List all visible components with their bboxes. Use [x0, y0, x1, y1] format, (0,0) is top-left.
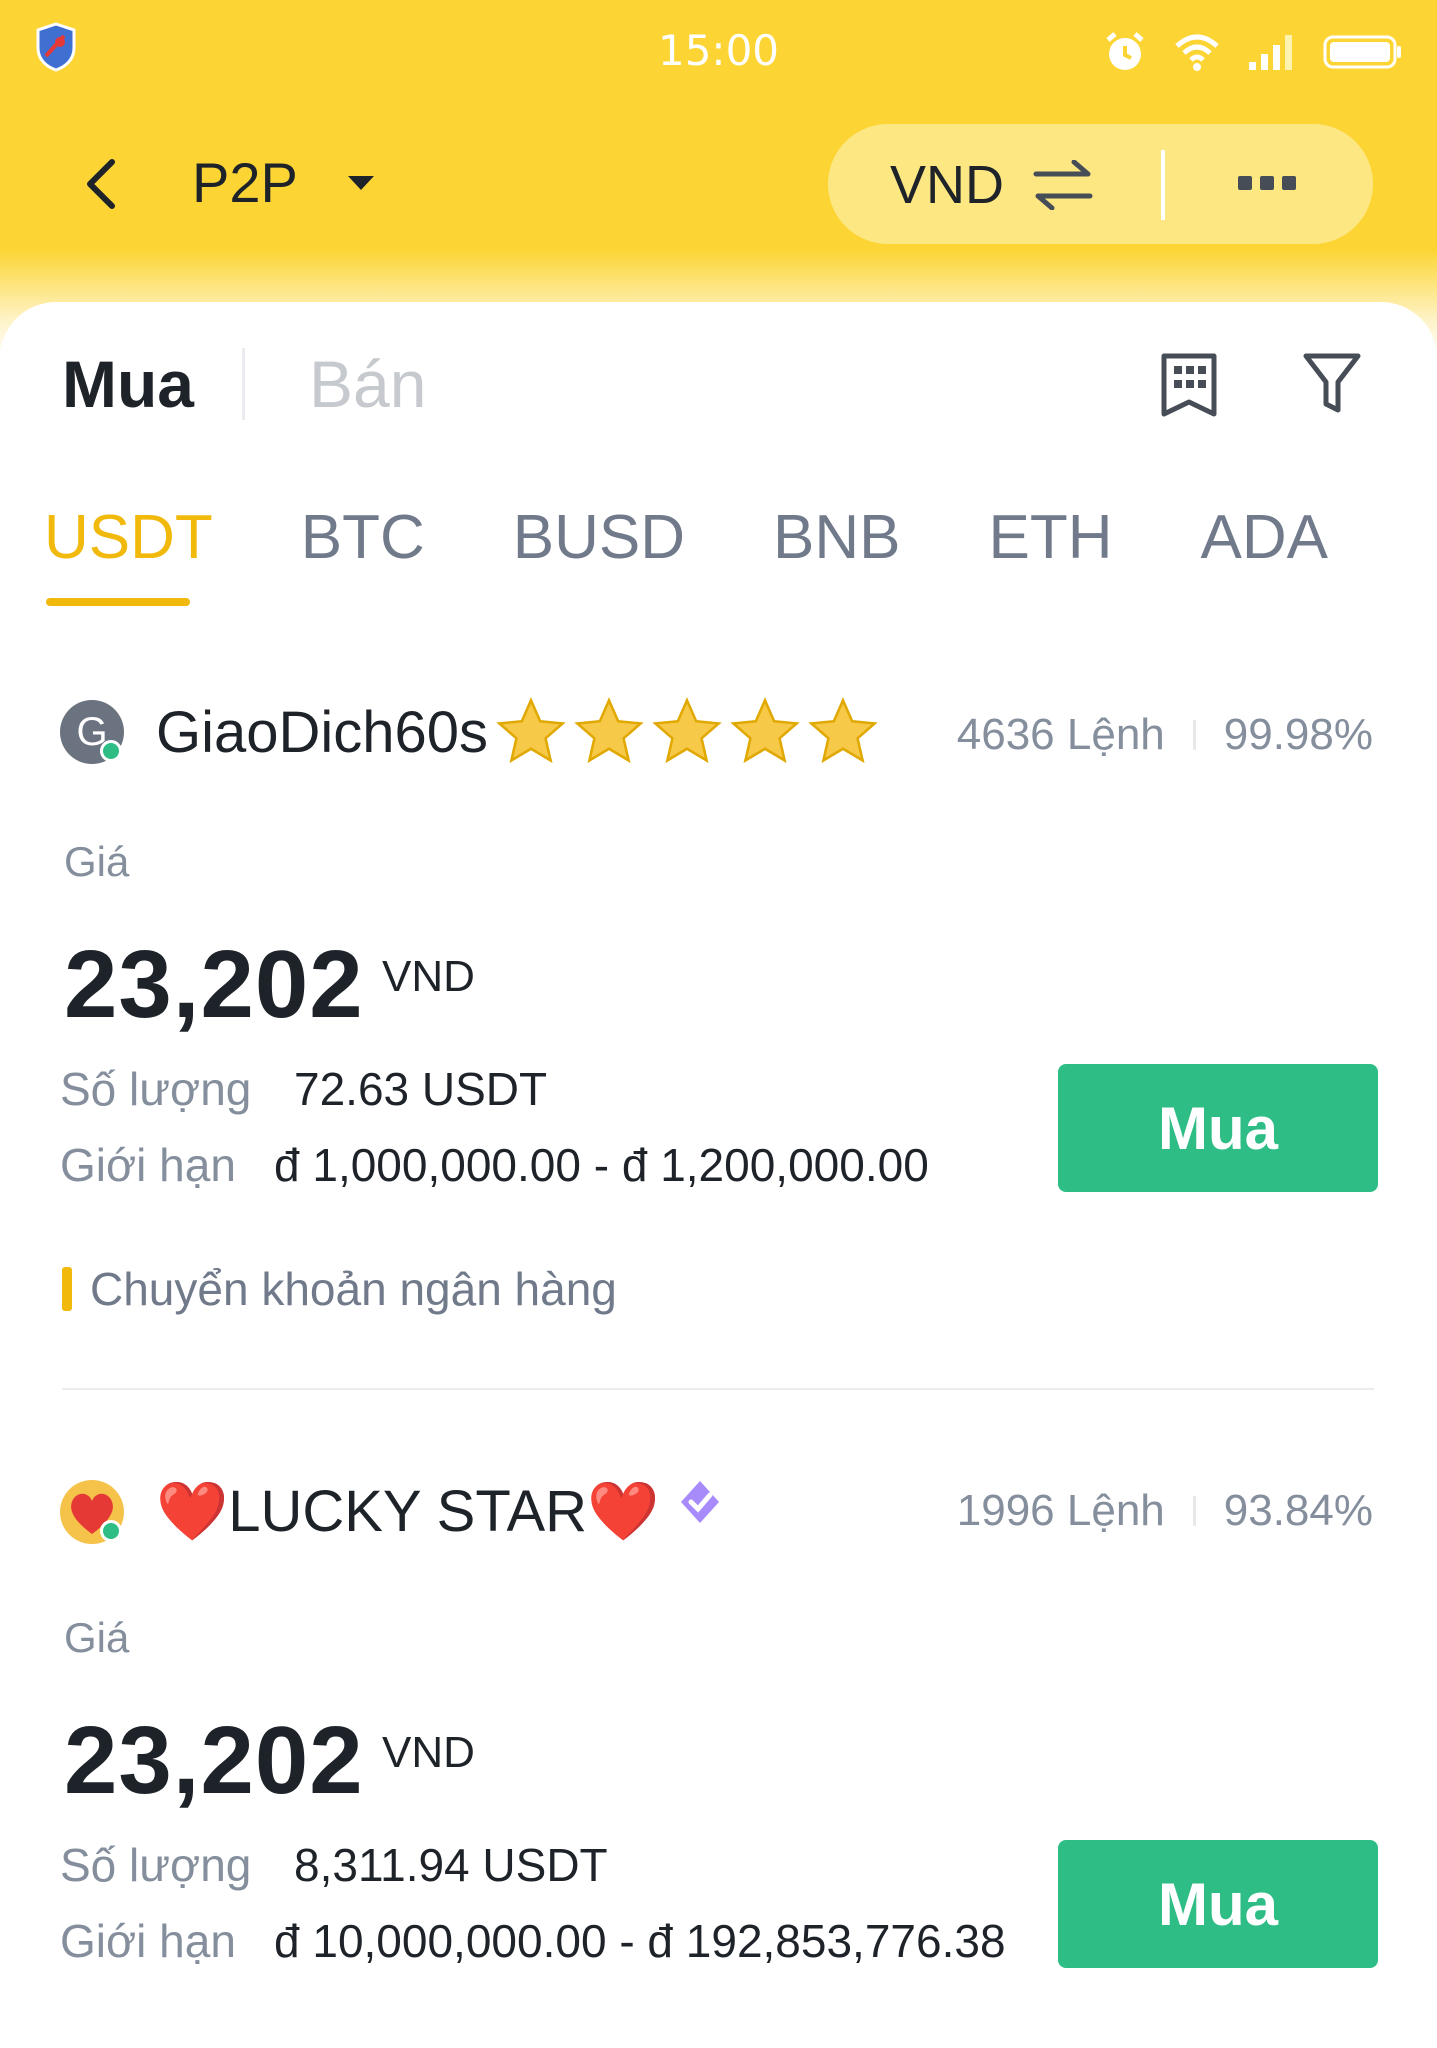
limit-value: đ 1,000,000.00 - đ 1,200,000.00: [274, 1139, 929, 1191]
active-tab-indicator: [46, 598, 190, 606]
coin-tabs: USDT BTC BUSD BNB ETH ADA: [42, 502, 1414, 606]
back-button[interactable]: [70, 154, 130, 214]
coin-tab-busd[interactable]: BUSD: [511, 502, 687, 573]
order-count: 1996 Lệnh: [956, 1486, 1165, 1535]
caret-down-icon[interactable]: [346, 174, 376, 192]
online-indicator: [100, 1520, 122, 1542]
avatar[interactable]: G: [60, 700, 124, 764]
limit-value: đ 10,000,000.00 - đ 192,853,776.38: [274, 1915, 1006, 1967]
star-icon: [574, 697, 644, 764]
limit-label: Giới hạn: [60, 1915, 236, 1967]
signal-icon: [1249, 35, 1292, 70]
limit-label: Giới hạn: [60, 1139, 236, 1191]
avatar[interactable]: [60, 1480, 124, 1544]
merchant-label: GiaoDich60s: [156, 699, 489, 765]
buy-button[interactable]: Mua: [1058, 1064, 1378, 1192]
chevron-left-icon: [87, 159, 115, 209]
payment-bar: [62, 1267, 72, 1311]
completion-rate: 93.84%: [1223, 1486, 1373, 1535]
merchant-label: ❤️LUCKY STAR❤️: [156, 1479, 660, 1544]
star-icon: [808, 697, 878, 764]
star-icon: [652, 697, 722, 764]
order-count: 4636 Lệnh: [956, 710, 1165, 759]
wifi-icon: [1175, 34, 1219, 71]
star-icon: [496, 697, 566, 764]
tab-sell[interactable]: Bán: [309, 346, 426, 422]
completion-rate: 99.98%: [1223, 710, 1373, 759]
price-label: Giá: [64, 1614, 130, 1661]
offer-divider: [62, 1388, 1374, 1390]
merchant-stats: 1996 Lệnh 93.84%: [957, 1486, 1373, 1536]
stats-separator: [1192, 720, 1196, 750]
price-currency: VND: [382, 1728, 475, 1777]
coin-tab-usdt[interactable]: USDT: [42, 502, 215, 606]
payment-method: Chuyển khoản ngân hàng: [62, 1262, 617, 1316]
stats-separator: [1192, 1496, 1196, 1526]
status-icons: [1103, 30, 1403, 74]
nav-bar: P2P VND: [0, 120, 1437, 250]
swap-icon[interactable]: [1032, 160, 1094, 210]
merchant-name[interactable]: GiaoDich60s: [156, 694, 882, 770]
coin-tab-ada[interactable]: ADA: [1199, 502, 1330, 573]
merchant-name[interactable]: ❤️LUCKY STAR❤️: [156, 1478, 725, 1546]
price-label: Giá: [64, 838, 130, 885]
star-icon: [730, 697, 800, 764]
fiat-currency[interactable]: VND: [890, 154, 1004, 216]
alarm-icon: [1106, 32, 1144, 70]
coin-tab-bnb[interactable]: BNB: [771, 502, 902, 573]
quantity-value: 72.63 USDT: [294, 1063, 548, 1115]
coin-tab-label: USDT: [44, 503, 213, 572]
tab-divider: [242, 348, 245, 420]
coin-tab-eth[interactable]: ETH: [987, 502, 1115, 573]
tab-buy[interactable]: Mua: [62, 346, 194, 422]
verified-badge-icon: [681, 1481, 720, 1523]
coin-tab-btc[interactable]: BTC: [299, 502, 427, 573]
quantity-value: 8,311.94 USDT: [294, 1839, 608, 1891]
buy-button[interactable]: Mua: [1058, 1840, 1378, 1968]
trade-side-tabs: Mua Bán: [62, 344, 426, 424]
currency-pill: VND: [828, 124, 1373, 244]
quantity-label: Số lượng: [60, 1063, 252, 1115]
payment-label: Chuyển khoản ngân hàng: [90, 1263, 617, 1315]
price-value: 23,202: [64, 1707, 364, 1814]
page-title[interactable]: P2P: [192, 150, 298, 215]
status-bar: 15:00: [0, 0, 1437, 110]
pill-divider: [1161, 150, 1165, 220]
online-indicator: [100, 740, 122, 762]
filter-icon[interactable]: [1302, 352, 1362, 414]
quantity-label: Số lượng: [60, 1839, 252, 1891]
more-icon[interactable]: [1238, 176, 1296, 190]
merchant-stats: 4636 Lệnh 99.98%: [957, 710, 1373, 760]
price-value: 23,202: [64, 931, 364, 1038]
orders-icon[interactable]: [1160, 352, 1218, 418]
battery-icon: [1323, 35, 1401, 69]
price-currency: VND: [382, 952, 475, 1001]
rating-stars: [492, 694, 882, 770]
